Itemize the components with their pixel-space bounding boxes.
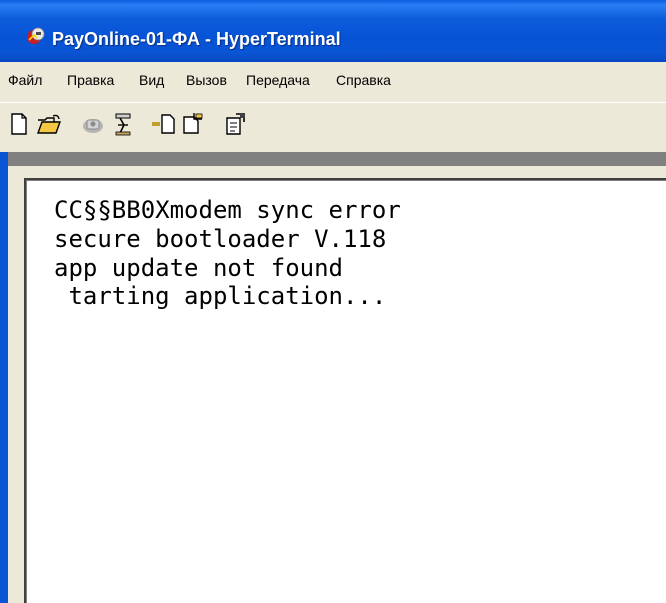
terminal-line: app update not found: [54, 254, 343, 282]
menu-view[interactable]: Вид: [139, 72, 164, 88]
window-left-border: [0, 152, 8, 603]
window-title: PayOnline-01-ФА - HyperTerminal: [52, 29, 341, 49]
menu-call[interactable]: Вызов: [186, 72, 227, 88]
open-folder-icon[interactable]: [36, 111, 62, 137]
hyperterminal-window: PayOnline-01-ФА - HyperTerminal Файл Пра…: [0, 0, 666, 603]
terminal-line: secure bootloader V.118: [54, 225, 387, 253]
toolbar: [0, 102, 666, 153]
menu-bar: Файл Правка Вид Вызов Передача Справка: [0, 62, 666, 102]
hyperterminal-app-icon[interactable]: [26, 26, 46, 46]
terminal-line: CC§§BB0Xmodem sync error: [54, 196, 401, 224]
menu-help[interactable]: Справка: [336, 72, 391, 88]
send-file-icon[interactable]: [150, 111, 176, 137]
title-bar[interactable]: PayOnline-01-ФА - HyperTerminal: [0, 0, 666, 62]
properties-icon[interactable]: [222, 111, 248, 137]
disconnect-phone-icon[interactable]: [110, 111, 136, 137]
new-document-icon[interactable]: [6, 111, 32, 137]
terminal-line: tarting application...: [54, 282, 387, 310]
receive-file-icon[interactable]: [180, 111, 206, 137]
menu-transfer[interactable]: Передача: [246, 72, 310, 88]
connect-phone-icon[interactable]: [80, 111, 106, 137]
menu-edit[interactable]: Правка: [67, 72, 114, 88]
terminal-screen[interactable]: CC§§BB0Xmodem sync error secure bootload…: [24, 178, 666, 603]
menu-file[interactable]: Файл: [8, 72, 42, 88]
